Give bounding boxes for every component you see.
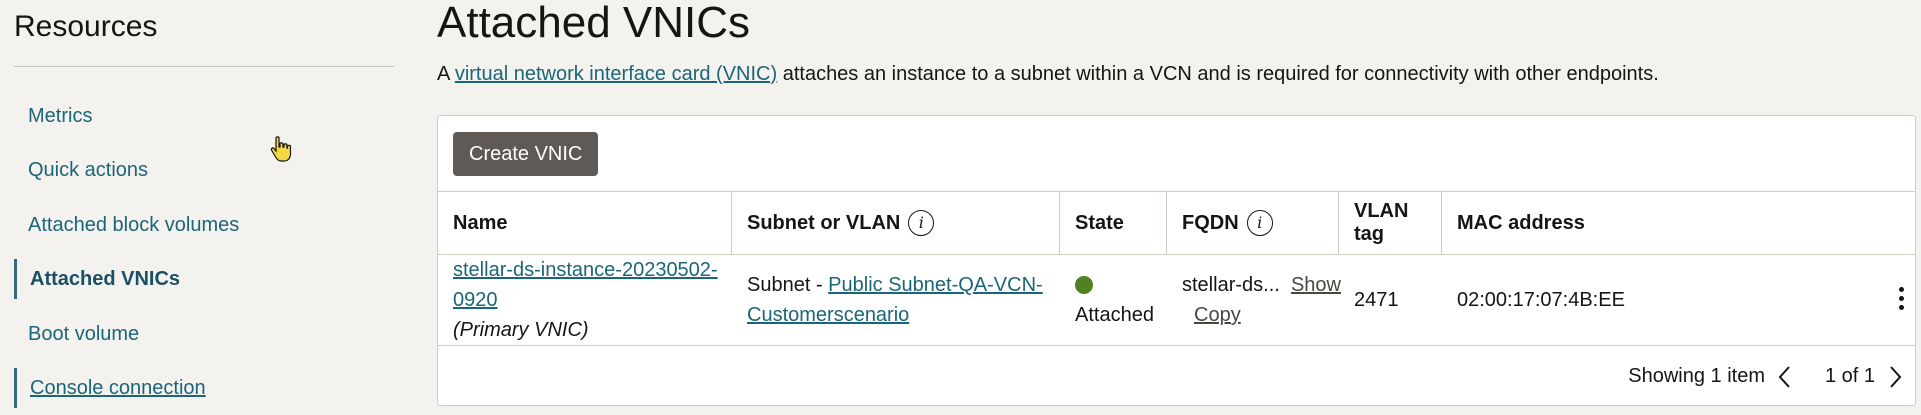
table-row: stellar-ds-instance-20230502-0920 (Prima… xyxy=(438,255,1915,346)
sidebar-item-label: Quick actions xyxy=(28,158,149,181)
info-icon[interactable] xyxy=(1246,210,1273,236)
resources-title: Resources xyxy=(14,10,158,43)
sidebar-item-boot-volume[interactable]: Boot volume xyxy=(14,314,394,354)
sidebar-item-label: Attached VNICs xyxy=(30,267,181,290)
cell-state: Attached xyxy=(1060,255,1167,345)
create-vnic-button[interactable]: Create VNIC xyxy=(453,132,599,176)
vlan-tag-value: 2471 xyxy=(1354,289,1399,311)
sidebar-item-quick-actions[interactable]: Quick actions xyxy=(14,150,394,190)
column-header-subnet[interactable]: Subnet or VLAN xyxy=(732,192,1060,254)
info-icon[interactable] xyxy=(908,210,935,236)
column-header-name[interactable]: Name xyxy=(438,192,732,254)
subnet-prefix: Subnet - xyxy=(747,274,823,296)
column-header-label: State xyxy=(1075,211,1124,234)
sidebar-item-label: Attached block volumes xyxy=(28,213,240,236)
sidebar-item-metrics[interactable]: Metrics xyxy=(14,96,394,136)
page-description: A virtual network interface card (VNIC) … xyxy=(437,63,1659,86)
hand-cursor-icon xyxy=(270,136,292,162)
sidebar-item-label: Boot volume xyxy=(28,322,140,345)
fqdn-copy-link[interactable]: Copy xyxy=(1194,304,1241,326)
page-title: Attached VNICs xyxy=(437,0,751,47)
divider xyxy=(14,66,394,67)
vnic-name-link[interactable]: stellar-ds-instance-20230502-0920 xyxy=(453,255,732,315)
fqdn-value: stellar-ds... xyxy=(1182,274,1280,296)
cell-fqdn: stellar-ds... Show Copy xyxy=(1167,255,1341,345)
column-header-label: VLAN tag xyxy=(1354,200,1409,245)
sidebar-item-console-connection[interactable]: Console connection xyxy=(14,368,394,408)
column-header-vlan-tag[interactable]: VLAN tag xyxy=(1339,192,1442,254)
pager-status: 1 of 1 xyxy=(1824,365,1875,387)
subnet-link[interactable]: Public Subnet-QA-VCN- xyxy=(828,274,1043,296)
cell-subnet: Subnet - Public Subnet-QA-VCN- Customers… xyxy=(732,255,1060,345)
fqdn-show-link[interactable]: Show xyxy=(1291,274,1341,296)
vnic-docs-link[interactable]: virtual network interface card (VNIC) xyxy=(455,63,777,85)
sidebar-item-label: Metrics xyxy=(28,104,93,127)
showing-count: Showing 1 item xyxy=(1628,365,1765,387)
chevron-right-icon[interactable] xyxy=(1885,364,1905,390)
status-dot-icon xyxy=(1075,276,1093,294)
vnic-table-panel: Create VNIC Name Subnet or VLAN State FQ… xyxy=(437,115,1916,406)
cell-name: stellar-ds-instance-20230502-0920 (Prima… xyxy=(438,255,732,345)
table-footer: Showing 1 item 1 of 1 xyxy=(438,346,1915,406)
column-header-label: Name xyxy=(453,211,508,234)
chevron-left-icon[interactable] xyxy=(1775,364,1795,390)
sidebar-item-label: Console connection xyxy=(30,376,206,399)
state-label: Attached xyxy=(1075,304,1154,326)
mac-address-value: 02:00:17:07:4B:EE xyxy=(1457,289,1625,311)
cell-vlan-tag: 2471 xyxy=(1339,255,1442,345)
column-header-label: Subnet or VLAN xyxy=(747,211,901,234)
table-header: Name Subnet or VLAN State FQDN VLAN tag … xyxy=(438,191,1915,255)
column-header-fqdn[interactable]: FQDN xyxy=(1167,192,1339,254)
cell-mac: 02:00:17:07:4B:EE xyxy=(1442,255,1742,345)
sidebar-item-attached-vnics[interactable]: Attached VNICs xyxy=(14,259,394,299)
column-header-label: FQDN xyxy=(1182,211,1239,234)
column-header-state[interactable]: State xyxy=(1060,192,1167,254)
column-header-label: MAC address xyxy=(1457,211,1585,234)
description-prefix: A xyxy=(437,63,450,85)
primary-vnic-note: (Primary VNIC) xyxy=(453,319,589,341)
description-suffix: attaches an instance to a subnet within … xyxy=(782,63,1659,85)
column-header-mac[interactable]: MAC address xyxy=(1442,192,1915,254)
subnet-link-continued[interactable]: Customerscenario xyxy=(747,304,909,326)
sidebar-item-attached-block-volumes[interactable]: Attached block volumes xyxy=(14,205,394,245)
resources-sidebar: Resources Metrics Quick actions Attached… xyxy=(0,0,400,415)
row-actions-icon[interactable] xyxy=(1897,287,1905,313)
